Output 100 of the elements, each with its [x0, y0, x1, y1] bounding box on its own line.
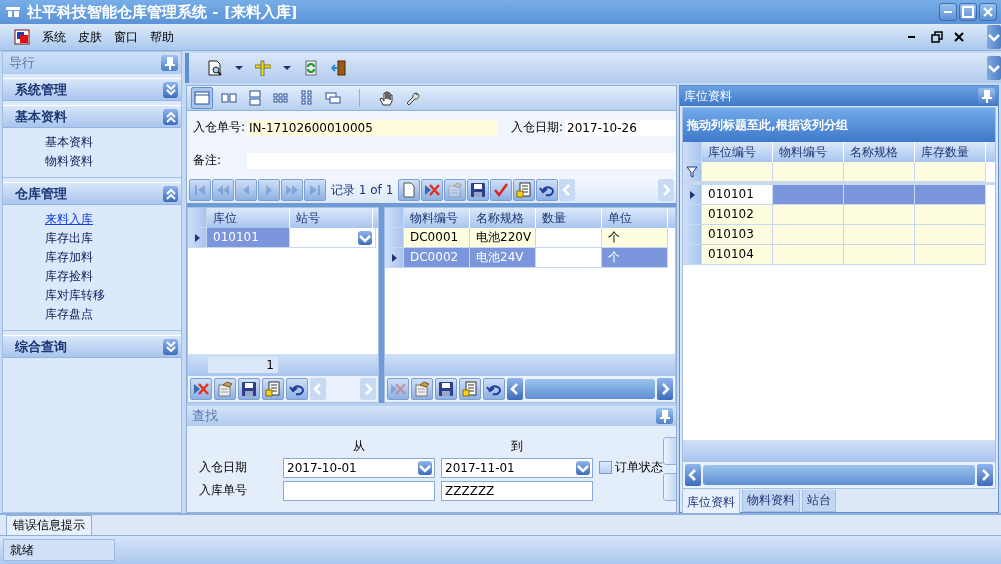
field-label: 入仓日期:	[511, 119, 564, 136]
menu-item[interactable]: 系统	[42, 28, 66, 46]
tab[interactable]: 错误信息提示	[6, 515, 92, 535]
table-cell	[844, 245, 915, 265]
print-preview-icon	[207, 60, 223, 76]
table-cell: 010104	[702, 245, 773, 265]
station-dropdown[interactable]	[290, 228, 376, 248]
scroll-left-button[interactable]	[685, 464, 701, 486]
edit-button[interactable]	[214, 378, 236, 400]
wrench-icon	[404, 90, 420, 106]
nav-link[interactable]: 库存盘点	[45, 306, 181, 322]
edit-button[interactable]	[411, 378, 433, 400]
date-picker[interactable]: 2017-10-01	[283, 457, 435, 478]
table-cell	[773, 225, 844, 245]
group-header[interactable]: 基本资料	[3, 105, 181, 128]
filter-cell[interactable]	[844, 162, 915, 182]
pin-button[interactable]	[656, 408, 673, 424]
nav-link[interactable]: 库存加料	[45, 249, 181, 265]
group-header[interactable]: 仓库管理	[3, 182, 181, 205]
panel-title: 查找	[192, 407, 218, 425]
input-field[interactable]: ZZZZZZ	[441, 480, 593, 501]
button-icon	[241, 381, 257, 397]
table-cell	[915, 225, 986, 245]
hand-icon	[378, 90, 394, 106]
overflow-button[interactable]	[987, 25, 1001, 49]
menu-item[interactable]: 窗口	[114, 28, 138, 46]
button-icon	[414, 381, 430, 397]
scroll-right-button[interactable]	[657, 378, 673, 400]
nav-link[interactable]: 库存捡料	[45, 268, 181, 284]
tab[interactable]: 库位资料	[682, 490, 740, 514]
maximize-icon	[960, 4, 976, 20]
table-cell: DC0002	[404, 248, 470, 268]
table-cell	[773, 245, 844, 265]
maximize-button[interactable]	[959, 3, 977, 21]
nav-link[interactable]: 基本资料	[45, 134, 181, 150]
button-icon	[462, 381, 478, 397]
undo-button[interactable]	[536, 179, 559, 201]
table-cell: 个	[602, 228, 668, 248]
nav-link[interactable]: 库对库转移	[45, 287, 181, 303]
refresh-icon	[303, 60, 319, 76]
remark-field[interactable]	[247, 152, 676, 169]
field-label: 入仓日期	[199, 459, 248, 476]
date-picker[interactable]: 2017-11-01	[441, 457, 593, 478]
date-field[interactable]: 2017-10-26	[565, 119, 676, 136]
table-cell: 010101	[702, 185, 773, 205]
input-field[interactable]	[283, 480, 435, 501]
confirm-button[interactable]	[490, 179, 513, 201]
menu-item[interactable]: 帮助	[150, 28, 174, 46]
filter-cell[interactable]	[773, 162, 844, 182]
layout-icon	[247, 90, 263, 106]
minimize-icon	[943, 10, 953, 14]
pin-button[interactable]	[161, 55, 178, 71]
menu-item[interactable]: 皮肤	[78, 28, 102, 46]
row-header[interactable]	[683, 185, 702, 205]
save-button[interactable]	[467, 179, 490, 201]
row-header[interactable]	[385, 248, 404, 268]
undo-button[interactable]	[483, 378, 505, 400]
pin-button[interactable]	[978, 88, 995, 104]
group-header[interactable]: 系统管理	[3, 78, 181, 101]
status-checkbox[interactable]: 订单状态	[599, 457, 663, 478]
save-button[interactable]	[435, 378, 457, 400]
scroll-right-button[interactable]	[977, 464, 993, 486]
button-icon	[424, 182, 441, 198]
group-by-area: 拖动列标题至此,根据该列分组	[683, 108, 995, 142]
column-label: 从	[352, 437, 366, 455]
group-header[interactable]: 综合查询	[3, 335, 181, 358]
order-number-field[interactable]: IN-17102600010005	[247, 119, 498, 136]
tab[interactable]: 站台	[802, 490, 836, 512]
button-icon	[401, 182, 418, 198]
button-icon	[215, 182, 231, 198]
quantity-cell[interactable]	[536, 228, 602, 248]
button-icon	[284, 182, 300, 198]
scroll-left-button[interactable]	[507, 378, 523, 400]
button-icon	[470, 182, 487, 198]
overflow-button[interactable]	[987, 56, 1001, 80]
delete-button[interactable]	[190, 378, 212, 400]
row-header[interactable]	[188, 228, 207, 248]
print-button[interactable]	[459, 378, 481, 400]
nav-link[interactable]: 来料入库	[45, 211, 181, 227]
save-button[interactable]	[238, 378, 260, 400]
filter-cell[interactable]	[915, 162, 986, 182]
nav-link[interactable]: 库存出库	[45, 230, 181, 246]
table-cell	[844, 225, 915, 245]
new-button[interactable]	[398, 179, 421, 201]
restore-button[interactable]	[929, 29, 945, 45]
quantity-cell[interactable]	[536, 248, 602, 268]
undo-button[interactable]	[286, 378, 308, 400]
scrollbar-thumb[interactable]	[525, 379, 655, 399]
scrollbar-thumb[interactable]	[703, 465, 975, 485]
delete-button[interactable]	[421, 179, 444, 201]
filter-cell[interactable]	[702, 162, 773, 182]
nav-link[interactable]: 物料资料	[45, 153, 181, 169]
tab[interactable]: 物料资料	[742, 490, 800, 512]
app-logo-icon	[5, 4, 21, 20]
button-icon	[217, 381, 233, 397]
column-label: 到	[510, 437, 524, 455]
button-icon	[192, 182, 208, 198]
print-button[interactable]	[262, 378, 284, 400]
print-button[interactable]	[513, 179, 536, 201]
button-icon	[516, 182, 533, 198]
